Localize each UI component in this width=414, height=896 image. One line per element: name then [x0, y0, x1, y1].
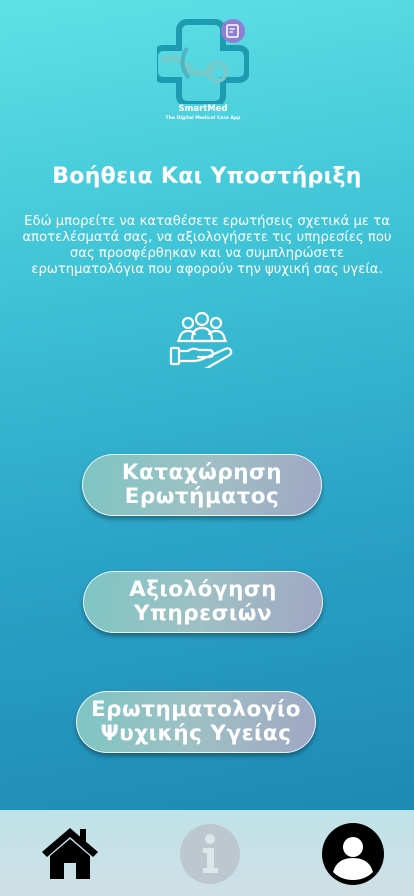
- submit-question-label-line2: Ερωτήματος: [124, 484, 280, 509]
- info-icon[interactable]: [179, 823, 241, 885]
- app-logo: SmartMed The Digital Medical Care App: [157, 14, 257, 126]
- home-icon[interactable]: [40, 825, 100, 881]
- mental-health-questionnaire-label-line2: Ψυχικής Υγείας: [100, 721, 292, 746]
- logo-tagline: The Digital Medical Care App: [165, 116, 241, 121]
- submit-question-button[interactable]: Καταχώρηση Ερωτήματος: [82, 454, 322, 516]
- page-description: Εδώ μπορείτε να καταθέσετε ερωτήσεις σχε…: [22, 214, 392, 277]
- page-title: Βοήθεια Και Υποστήριξη: [52, 164, 362, 189]
- bottom-navigation-bar: [0, 810, 414, 896]
- logo-app-name: SmartMed: [178, 104, 228, 114]
- mental-health-questionnaire-label-line1: Ερωτηματολογίο: [90, 697, 302, 722]
- mental-health-questionnaire-button[interactable]: Ερωτηματολογίο Ψυχικής Υγείας: [76, 691, 316, 753]
- rate-services-button[interactable]: Αξιολόγηση Υπηρεσιών: [83, 571, 323, 633]
- helping-hand-people-icon: [169, 311, 233, 368]
- submit-question-label-line1: Καταχώρηση: [121, 460, 283, 485]
- rate-services-label-line2: Υπηρεσιών: [133, 601, 273, 626]
- rate-services-label-line1: Αξιολόγηση: [129, 577, 277, 602]
- smartmed-logo-icon: [157, 19, 249, 104]
- profile-icon[interactable]: [321, 822, 385, 886]
